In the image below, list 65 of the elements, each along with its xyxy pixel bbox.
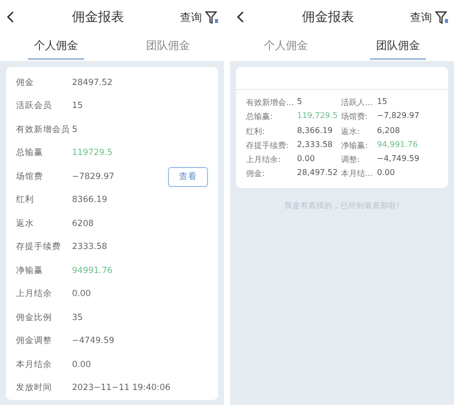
field-value: 119,729.5 xyxy=(297,111,339,122)
field-value: −4,749.59 xyxy=(377,154,420,166)
field-value: 0.00 xyxy=(72,360,92,370)
field-label: 佣金 xyxy=(16,76,35,89)
field-value: 28497.52 xyxy=(72,78,114,88)
field-value: 35 xyxy=(72,312,84,323)
field-label: 有效新增会员 xyxy=(16,124,71,136)
field-value: 0.00 xyxy=(297,154,316,166)
page-title: 佣金报表 xyxy=(71,9,125,26)
filter-icon[interactable] xyxy=(205,10,218,24)
tab[interactable]: 团队佣金 xyxy=(342,34,454,61)
field-label: 发放时间 xyxy=(16,382,53,394)
field-label: 总输赢: xyxy=(246,111,274,122)
field-label: 场馆费: xyxy=(341,111,369,122)
field-label: 存提手续费 xyxy=(16,241,62,254)
back-icon[interactable] xyxy=(6,11,16,23)
tab[interactable]: 个人佣金 xyxy=(0,34,112,61)
field-value: 28,497.52 xyxy=(297,168,339,180)
field-value: 94,991.76 xyxy=(377,140,419,151)
field-value: −7829.97 xyxy=(72,172,116,182)
field-value: 5 xyxy=(72,124,78,135)
field-label: 有效新增会… xyxy=(246,97,295,108)
tab[interactable]: 团队佣金 xyxy=(112,34,224,61)
field-label: 佣金比例 xyxy=(16,312,53,324)
field-label: 活跃会员 xyxy=(16,100,53,112)
field-value: −4749.59 xyxy=(72,336,116,346)
field-value: −7,829.97 xyxy=(377,111,420,122)
query-button[interactable]: 查询 xyxy=(410,10,432,24)
field-value: 0.00 xyxy=(72,289,92,300)
field-value: 0.00 xyxy=(377,168,396,180)
field-value: 15 xyxy=(72,101,84,112)
filter-icon[interactable] xyxy=(435,10,448,24)
field-value: 119729.5 xyxy=(72,148,114,158)
page-title: 佣金报表 xyxy=(301,9,355,26)
field-value: 8366.19 xyxy=(72,195,108,206)
field-label: 活跃人… xyxy=(341,97,374,108)
field-label: 场馆费 xyxy=(16,170,44,183)
field-value: 2023−11−11 19:40:06 xyxy=(72,383,172,394)
back-icon[interactable] xyxy=(236,11,246,23)
field-label: 净输赢 xyxy=(16,264,44,277)
field-value: 15 xyxy=(377,97,388,108)
field-label: 调整: xyxy=(341,154,361,166)
field-value: 94991.76 xyxy=(72,266,114,276)
field-label: 总输赢 xyxy=(16,147,44,160)
field-value: 6208 xyxy=(72,218,95,229)
field-value: 2333.58 xyxy=(72,242,108,252)
field-label: 净输赢: xyxy=(341,140,369,151)
field-label: 佣金: xyxy=(246,168,266,180)
field-label: 存提手续费: xyxy=(246,140,290,151)
field-label: 佣金调整 xyxy=(16,335,53,348)
field-value: 6,208 xyxy=(377,126,401,137)
field-value: 2,333.58 xyxy=(297,140,334,151)
field-label: 返水 xyxy=(16,218,35,230)
query-button[interactable]: 查询 xyxy=(180,10,202,24)
tab[interactable]: 个人佣金 xyxy=(230,34,342,61)
field-label: 上月结余: xyxy=(246,154,282,166)
field-label: 本月结余 xyxy=(16,358,53,371)
view-button[interactable]: 查看 xyxy=(168,166,208,187)
field-label: 本月结… xyxy=(341,168,374,180)
field-label: 返水: xyxy=(341,126,361,137)
field-label: 上月结余 xyxy=(16,288,53,300)
field-label: 红利: xyxy=(246,126,266,137)
field-value: 8,366.19 xyxy=(297,126,334,137)
field-label: 红利 xyxy=(16,194,35,206)
field-value: 5 xyxy=(297,97,304,108)
